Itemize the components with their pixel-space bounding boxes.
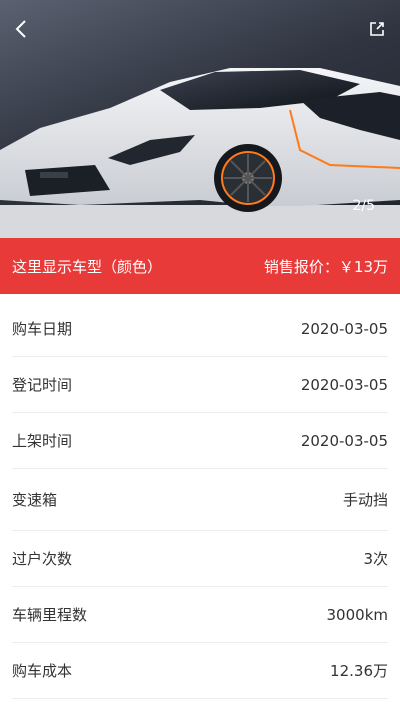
car-photo-carousel[interactable]: 2/5 <box>0 0 400 238</box>
detail-label: 过户次数 <box>12 550 73 568</box>
image-counter: 2/5 <box>352 198 375 214</box>
detail-label: 车辆里程数 <box>12 606 88 624</box>
detail-value: 12.36万 <box>330 662 388 680</box>
detail-row-register-date: 登记时间 2020-03-05 <box>12 357 388 413</box>
detail-row-purchase-date: 购车日期 2020-03-05 <box>12 301 388 357</box>
detail-label: 购车成本 <box>12 662 73 680</box>
price-label: 销售报价： <box>263 257 339 276</box>
detail-row-mileage: 车辆里程数 3000km <box>12 587 388 643</box>
back-button[interactable] <box>8 16 34 42</box>
sale-price: 销售报价： ￥13万 <box>264 256 388 277</box>
car-details-list: 购车日期 2020-03-05 登记时间 2020-03-05 上架时间 202… <box>0 301 400 699</box>
detail-value: 3000km <box>326 605 388 624</box>
price-value: ￥13万 <box>338 257 388 276</box>
detail-value: 手动挡 <box>342 491 388 509</box>
detail-row-listing-date: 上架时间 2020-03-05 <box>12 413 388 469</box>
detail-value: 2020-03-05 <box>300 431 388 450</box>
share-icon <box>370 22 384 36</box>
detail-label: 登记时间 <box>12 376 73 394</box>
price-bar: 这里显示车型（颜色） 销售报价： ￥13万 <box>0 238 400 294</box>
detail-label: 购车日期 <box>12 320 73 338</box>
chevron-left-icon <box>15 20 26 38</box>
car-photo <box>0 68 400 238</box>
detail-value: 2020-03-05 <box>300 375 388 394</box>
car-model-text: 这里显示车型（颜色） <box>12 257 163 276</box>
detail-row-purchase-cost: 购车成本 12.36万 <box>12 643 388 699</box>
detail-label: 变速箱 <box>12 491 58 509</box>
detail-value: 2020-03-05 <box>300 319 388 338</box>
detail-row-transmission: 变速箱 手动挡 <box>12 469 388 531</box>
share-button[interactable] <box>364 16 390 42</box>
detail-value: 3次 <box>363 550 388 568</box>
detail-row-transfer-count: 过户次数 3次 <box>12 531 388 587</box>
detail-label: 上架时间 <box>12 432 73 450</box>
